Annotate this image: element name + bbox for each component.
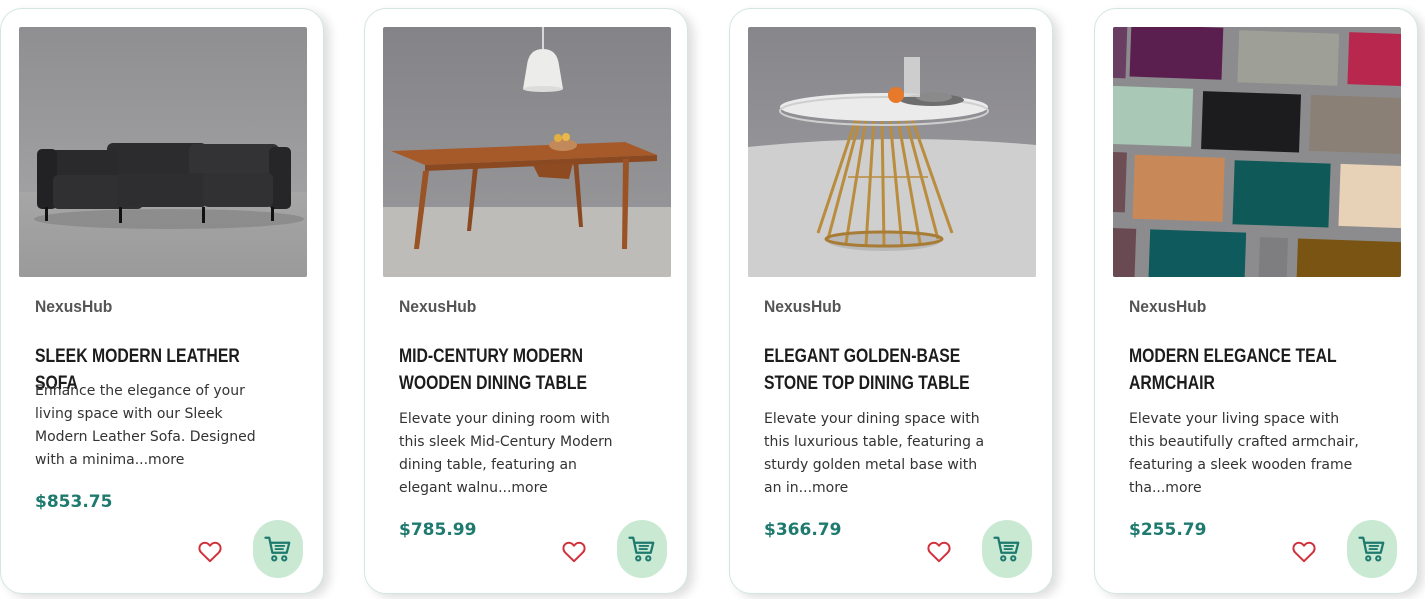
heart-icon <box>198 541 222 563</box>
product-description: Elevate your living space with this beau… <box>1129 408 1361 500</box>
favorite-button[interactable] <box>197 539 223 565</box>
heart-icon <box>927 541 951 563</box>
product-card-row: NexusHub Sleek Modern Leather Sofa Enhan… <box>0 0 1425 599</box>
product-image[interactable] <box>1113 27 1401 277</box>
wooden-dining-table-image <box>383 27 671 277</box>
product-title[interactable]: Mid-Century Modern Wooden Dining Table <box>399 343 640 397</box>
favorite-button[interactable] <box>926 539 952 565</box>
product-price: $853.75 <box>35 492 113 512</box>
brand-name: NexusHub <box>399 297 477 316</box>
heart-icon <box>562 541 586 563</box>
cart-icon <box>993 536 1020 562</box>
product-description: Elevate your dining space with this luxu… <box>764 408 996 500</box>
product-description: Enhance the elegance of your living spac… <box>35 380 267 472</box>
fabric-swatches-image <box>1113 27 1401 277</box>
add-to-cart-button[interactable] <box>617 520 667 578</box>
product-image[interactable] <box>748 27 1036 277</box>
description-text: Elevate your dining space with this luxu… <box>764 411 985 496</box>
product-card[interactable]: NexusHub Elegant Golden-Base Stone Top D… <box>729 8 1053 594</box>
more-link[interactable]: ...more <box>799 480 849 496</box>
product-image[interactable] <box>383 27 671 277</box>
favorite-button[interactable] <box>561 539 587 565</box>
product-description: Elevate your dining room with this sleek… <box>399 408 631 500</box>
product-card[interactable]: NexusHub Modern Elegance Teal Armchair E… <box>1094 8 1418 594</box>
brand-name: NexusHub <box>764 297 842 316</box>
product-title[interactable]: Elegant Golden-Base Stone Top Dining Tab… <box>764 343 1005 397</box>
brand-name: NexusHub <box>35 297 113 316</box>
product-title[interactable]: Modern Elegance Teal Armchair <box>1129 343 1370 397</box>
product-card[interactable]: NexusHub Sleek Modern Leather Sofa Enhan… <box>0 8 324 594</box>
cart-icon <box>628 536 655 562</box>
brand-name: NexusHub <box>1129 297 1207 316</box>
add-to-cart-button[interactable] <box>1347 520 1397 578</box>
add-to-cart-button[interactable] <box>982 520 1032 578</box>
more-link[interactable]: ...more <box>498 480 548 496</box>
add-to-cart-button[interactable] <box>253 520 303 578</box>
more-link[interactable]: ...more <box>1152 480 1202 496</box>
cart-icon <box>264 536 291 562</box>
product-image[interactable] <box>19 27 307 277</box>
product-card[interactable]: NexusHub Mid-Century Modern Wooden Dinin… <box>364 8 688 594</box>
favorite-button[interactable] <box>1291 539 1317 565</box>
product-price: $255.79 <box>1129 520 1207 540</box>
cart-icon <box>1358 536 1385 562</box>
more-link[interactable]: ...more <box>135 452 185 468</box>
leather-sofa-image <box>19 27 307 277</box>
golden-base-table-image <box>748 27 1036 277</box>
product-price: $366.79 <box>764 520 842 540</box>
heart-icon <box>1292 541 1316 563</box>
product-price: $785.99 <box>399 520 477 540</box>
